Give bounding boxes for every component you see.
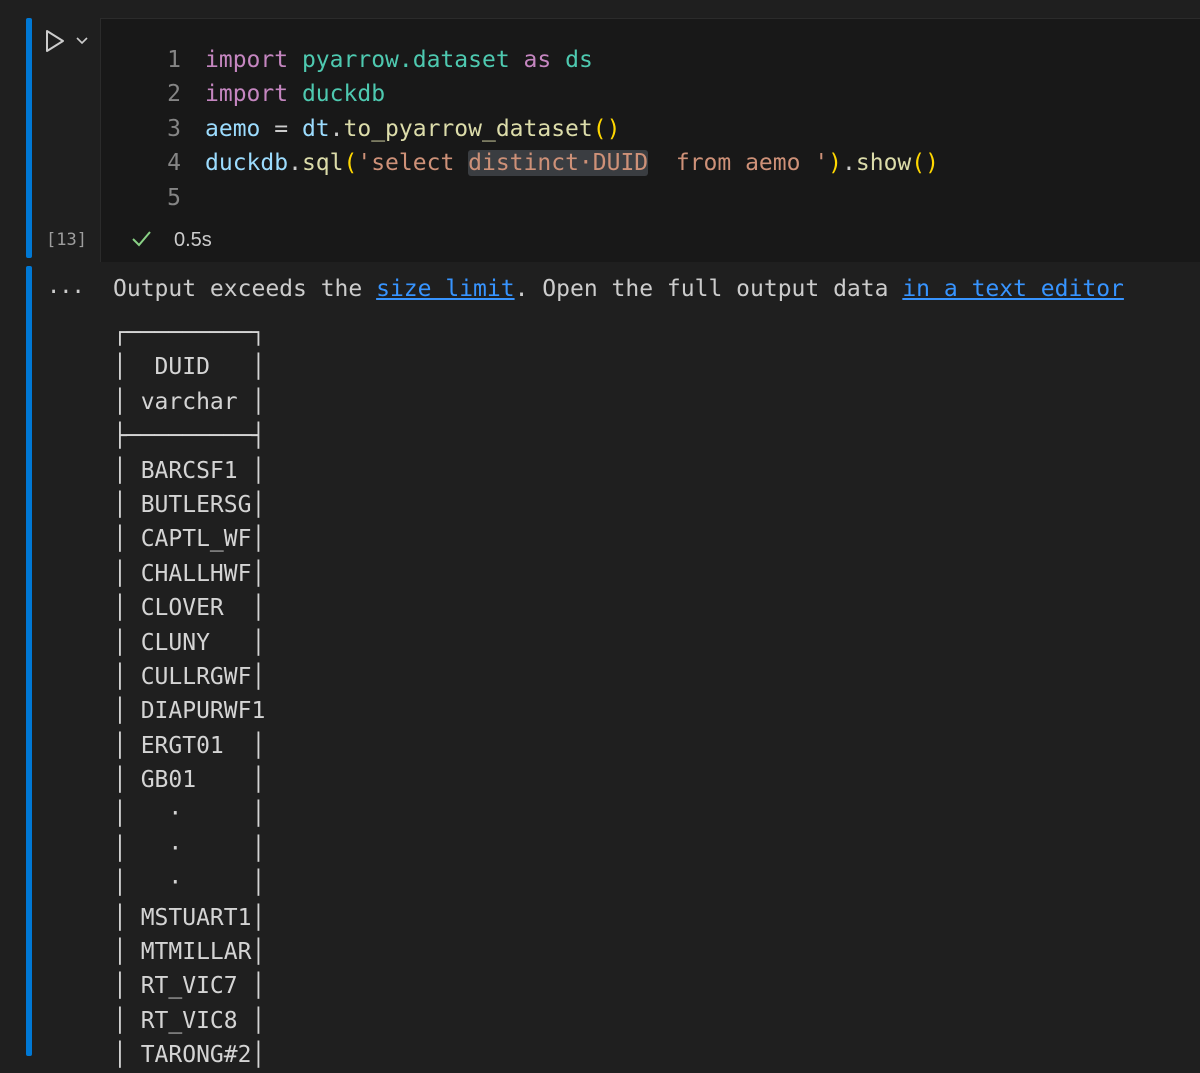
code-text: import duckdb <box>205 81 386 108</box>
execution-count: [13] <box>46 230 87 250</box>
run-cell-icon[interactable] <box>42 28 68 54</box>
text-editor-link[interactable]: in a text editor <box>902 276 1124 302</box>
output-table-line: │ DIAPURWF1 <box>113 698 266 725</box>
more-actions-icon[interactable]: ··· <box>47 280 85 305</box>
cell-status-bar <box>100 218 1200 262</box>
output-table-line: │ BUTLERSG│ <box>113 491 266 518</box>
output-table-line: │ RT_VIC7 │ <box>113 973 266 1000</box>
output-table-line: │ TARONG#2│ <box>113 1042 266 1069</box>
output-table-line: │ CLUNY │ <box>113 629 266 656</box>
warning-middle: . Open the full output data <box>514 276 903 302</box>
cell-focus-indicator <box>26 18 32 258</box>
output-table-line: │ BARCSF1 │ <box>113 457 266 484</box>
line-number: 3 <box>167 115 181 142</box>
code-text: aemo = dt.to_pyarrow_dataset() <box>205 115 621 142</box>
output-table-line: │ GB01 │ <box>113 767 266 794</box>
output-size-warning: Output exceeds the size limit. Open the … <box>113 276 1124 302</box>
output-table: ┌─────────┐ │ DUID │ │ varchar │ ├─────────… <box>113 316 265 1073</box>
output-table-line: │ MSTUART1│ <box>113 904 266 931</box>
output-table-line: │ CAPTL_WF│ <box>113 526 266 553</box>
output-table-line: │ varchar │ <box>113 388 266 415</box>
output-table-line: │ CULLRGWF│ <box>113 663 266 690</box>
output-table-line: │ · │ <box>113 870 266 897</box>
output-table-line: │ ERGT01 │ <box>113 732 266 759</box>
output-table-line: ┌─────────┐ <box>113 320 266 346</box>
warning-prefix: Output exceeds the <box>113 276 377 302</box>
output-table-line: │ CHALLHWF│ <box>113 560 266 587</box>
code-text: duckdb.sql('select distinct·DUID from ae… <box>205 150 939 177</box>
output-table-line: │ MTMILLAR│ <box>113 939 266 966</box>
line-number: 5 <box>167 184 181 211</box>
code-editor[interactable]: 1 import pyarrow.dataset as ds 2 import duc… <box>100 18 1200 219</box>
success-check-icon <box>132 231 151 247</box>
size-limit-link[interactable]: size limit <box>376 276 514 302</box>
output-table-line: │ RT_VIC8 │ <box>113 1007 266 1034</box>
output-table-line: │ · │ <box>113 835 266 862</box>
execution-duration: 0.5s <box>174 229 212 251</box>
chevron-down-icon[interactable] <box>74 32 90 48</box>
line-number: 1 <box>167 47 181 73</box>
output-table-line: │ DUID │ <box>113 354 266 381</box>
output-table-line: │ · │ <box>113 801 266 828</box>
output-focus-indicator <box>26 266 32 1056</box>
output-table-line: ├─────────┤ <box>113 423 266 450</box>
code-text: import pyarrow.dataset as ds <box>205 47 593 73</box>
output-table-line: │ CLOVER │ <box>113 595 266 622</box>
line-number: 2 <box>167 81 181 108</box>
line-number: 4 <box>167 150 181 177</box>
